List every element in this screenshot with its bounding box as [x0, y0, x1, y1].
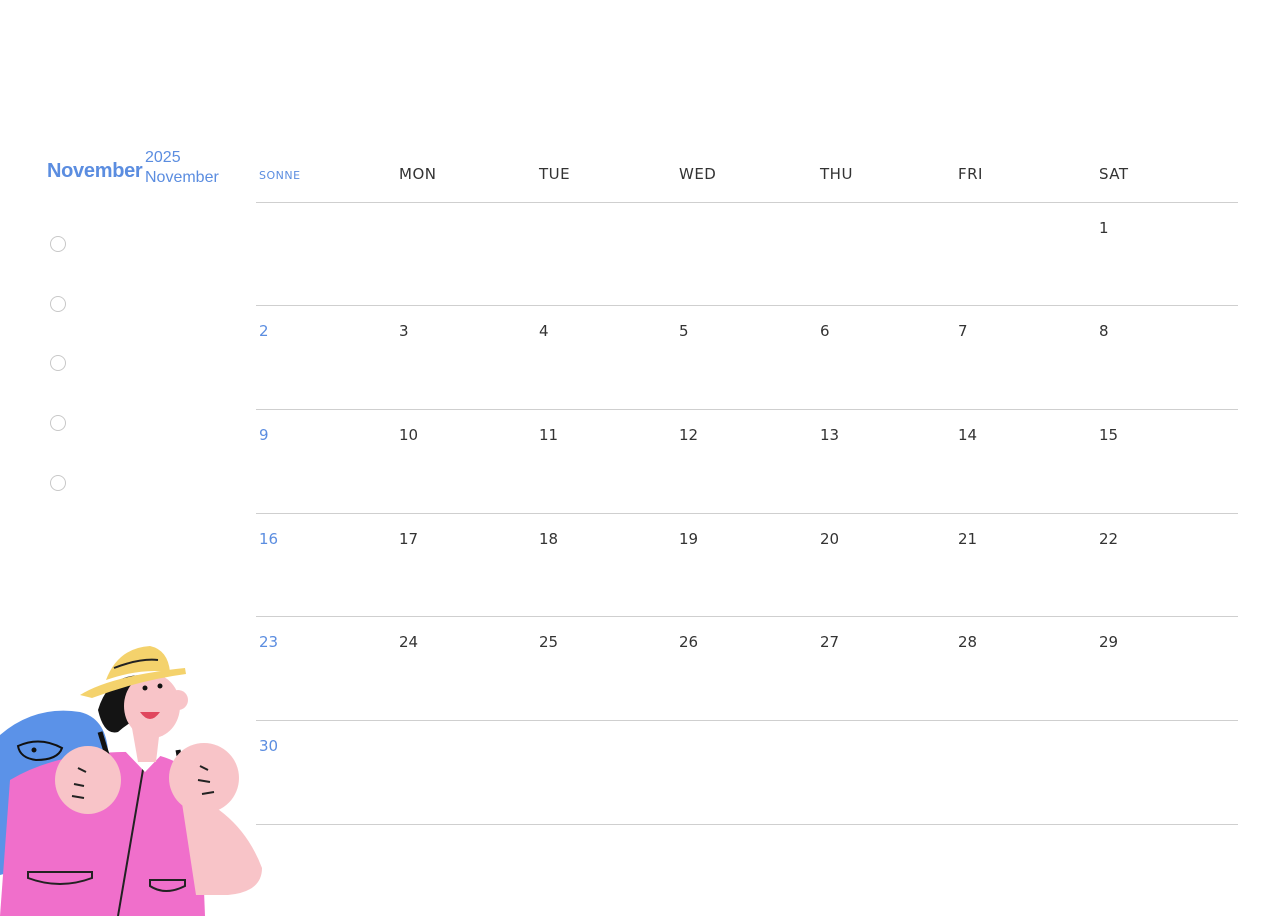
- day-cell[interactable]: 15: [1099, 426, 1118, 444]
- day-cell[interactable]: 9: [259, 426, 269, 444]
- day-cell[interactable]: 17: [399, 530, 418, 548]
- day-cell[interactable]: 10: [399, 426, 418, 444]
- checklist-checkbox[interactable]: [50, 296, 66, 312]
- day-cell[interactable]: 26: [679, 633, 698, 651]
- day-cell[interactable]: 2: [259, 322, 269, 340]
- weekday-header-fri: FRI: [958, 165, 983, 183]
- grid-line: [256, 202, 1238, 203]
- day-cell[interactable]: 25: [539, 633, 558, 651]
- weekday-header-sat: SAT: [1099, 165, 1129, 183]
- grid-line: [256, 409, 1238, 410]
- year-label: 2025: [145, 149, 181, 166]
- day-cell[interactable]: 3: [399, 322, 409, 340]
- day-cell[interactable]: 19: [679, 530, 698, 548]
- checklist-checkbox[interactable]: [50, 415, 66, 431]
- day-cell[interactable]: 8: [1099, 322, 1109, 340]
- calendar-grid: SONNE MON TUE WED THU FRI SAT 1 2 3 4 5 …: [256, 0, 1238, 916]
- weekday-header-tue: TUE: [539, 165, 571, 183]
- day-cell[interactable]: 1: [1099, 219, 1109, 237]
- grid-line: [256, 720, 1238, 721]
- weekday-header-mon: MON: [399, 165, 437, 183]
- day-cell[interactable]: 13: [820, 426, 839, 444]
- day-cell[interactable]: 6: [820, 322, 830, 340]
- day-cell[interactable]: 21: [958, 530, 977, 548]
- day-cell[interactable]: 7: [958, 322, 968, 340]
- day-cell[interactable]: 20: [820, 530, 839, 548]
- weekday-header-sun: SONNE: [259, 169, 301, 182]
- day-cell[interactable]: 24: [399, 633, 418, 651]
- day-cell[interactable]: 29: [1099, 633, 1118, 651]
- person-with-backpack-illustration: [0, 646, 262, 916]
- grid-line: [256, 824, 1238, 825]
- month-title: November: [47, 160, 143, 182]
- checklist-checkbox[interactable]: [50, 355, 66, 371]
- day-cell[interactable]: 12: [679, 426, 698, 444]
- month-subtitle: November: [145, 169, 219, 186]
- checklist-checkbox[interactable]: [50, 475, 66, 491]
- day-cell[interactable]: 28: [958, 633, 977, 651]
- day-cell[interactable]: 22: [1099, 530, 1118, 548]
- weekday-header-wed: WED: [679, 165, 717, 183]
- weekday-header-thu: THU: [820, 165, 853, 183]
- day-cell[interactable]: 16: [259, 530, 278, 548]
- grid-line: [256, 305, 1238, 306]
- day-cell[interactable]: 18: [539, 530, 558, 548]
- grid-line: [256, 513, 1238, 514]
- checklist-checkbox[interactable]: [50, 236, 66, 252]
- grid-line: [256, 616, 1238, 617]
- day-cell[interactable]: 4: [539, 322, 549, 340]
- day-cell[interactable]: 5: [679, 322, 689, 340]
- day-cell[interactable]: 14: [958, 426, 977, 444]
- day-cell[interactable]: 11: [539, 426, 558, 444]
- day-cell[interactable]: 27: [820, 633, 839, 651]
